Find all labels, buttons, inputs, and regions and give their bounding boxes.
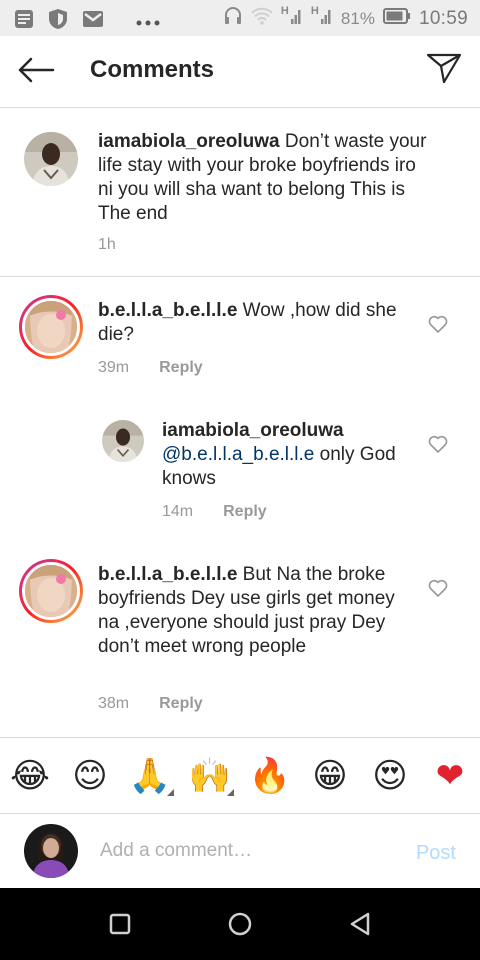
folded-hands-emoji[interactable]: 🙏 xyxy=(128,754,174,798)
raising-hands-glyph: 🙌 xyxy=(188,756,232,796)
comment-body: iamabiola_oreoluwa @b.e.l.l.a_b.e.l.l.e … xyxy=(162,419,402,491)
fire-emoji[interactable]: 🔥 xyxy=(248,754,292,798)
status-bar: H H 81% 10:59 xyxy=(0,0,480,36)
recents-square-icon[interactable] xyxy=(106,910,134,938)
reply-button[interactable]: Reply xyxy=(223,503,267,521)
mention-link[interactable]: @b.e.l.l.a_b.e.l.l.e xyxy=(162,444,314,465)
comment-meta: 39m Reply xyxy=(98,359,203,377)
more-dots-icon xyxy=(136,13,160,31)
gmail-icon xyxy=(82,10,104,33)
caption-comment: iamabiola_oreoluwa Don’t waste your life… xyxy=(0,108,480,277)
comment-username[interactable]: b.e.l.l.a_b.e.l.l.e xyxy=(98,564,237,585)
avatar xyxy=(24,824,78,878)
network-type-label-2: H xyxy=(310,5,319,17)
tears-of-joy-emoji[interactable]: 😂 xyxy=(8,754,52,798)
comment-meta: 14m Reply xyxy=(162,503,267,521)
back-button[interactable] xyxy=(16,52,56,92)
post-button[interactable]: Post xyxy=(416,842,456,865)
clock: 10:59 xyxy=(418,7,468,29)
send-paper-plane-icon xyxy=(426,52,462,89)
emoji-quick-bar: 😂 😊 🙏 🙌 🔥 😁 😍 ❤ xyxy=(0,737,480,813)
comment-time: 1h xyxy=(98,236,116,253)
reply-button[interactable]: Reply xyxy=(159,359,203,377)
avatar[interactable] xyxy=(19,559,83,623)
arrow-left-icon xyxy=(17,57,55,88)
reply-button[interactable]: Reply xyxy=(159,695,203,713)
raising-hands-emoji[interactable]: 🙌 xyxy=(188,754,234,798)
avatar[interactable] xyxy=(102,420,144,462)
comment-body: b.e.l.l.a_b.e.l.l.e Wow ,how did she die… xyxy=(98,299,398,347)
user-photo-icon xyxy=(102,420,144,462)
grinning-emoji[interactable]: 😁 xyxy=(308,754,352,798)
comment-time: 38m xyxy=(98,695,130,712)
message-icon xyxy=(14,9,34,34)
back-triangle-icon[interactable] xyxy=(346,910,374,938)
heart-eyes-emoji[interactable]: 😍 xyxy=(368,754,412,798)
system-nav-bar xyxy=(0,888,480,960)
comment-username[interactable]: iamabiola_oreoluwa xyxy=(98,131,280,152)
heart-like-icon[interactable] xyxy=(428,435,448,455)
comment-composer: Post xyxy=(0,813,480,888)
signal-h-icon-2: H xyxy=(310,5,333,30)
comment-meta: 38m Reply xyxy=(98,695,203,713)
comment-body: b.e.l.l.a_b.e.l.l.e But Na the broke boy… xyxy=(98,563,398,659)
network-type-label: H xyxy=(280,5,289,17)
comment-username[interactable]: iamabiola_oreoluwa xyxy=(162,420,344,441)
smiling-emoji[interactable]: 😊 xyxy=(68,754,112,798)
headset-icon xyxy=(223,6,243,31)
red-heart-emoji[interactable]: ❤ xyxy=(428,754,472,798)
avatar[interactable] xyxy=(24,132,78,186)
user-photo-icon xyxy=(25,565,77,617)
heart-like-icon[interactable] xyxy=(428,579,448,599)
share-button[interactable] xyxy=(424,50,464,90)
comment-time: 39m xyxy=(98,359,130,376)
folded-hands-glyph: 🙏 xyxy=(128,756,172,796)
battery-icon xyxy=(382,8,411,29)
home-circle-icon[interactable] xyxy=(226,910,254,938)
comment-username[interactable]: b.e.l.l.a_b.e.l.l.e xyxy=(98,300,237,321)
wifi-icon xyxy=(251,7,273,30)
page-title: Comments xyxy=(90,56,215,83)
user-photo-icon xyxy=(24,132,78,186)
battery-percent: 81% xyxy=(340,8,375,28)
comment-body: iamabiola_oreoluwa Don’t waste your life… xyxy=(98,130,428,226)
comment-input[interactable] xyxy=(100,834,390,868)
heart-like-icon[interactable] xyxy=(428,315,448,335)
shield-icon xyxy=(48,8,68,35)
comment-meta: 1h xyxy=(98,236,116,254)
avatar[interactable] xyxy=(19,295,83,359)
header: Comments xyxy=(0,36,480,108)
skin-tone-picker-icon xyxy=(167,789,174,796)
skin-tone-picker-icon xyxy=(227,789,234,796)
signal-h-icon: H xyxy=(280,5,303,30)
user-photo-icon xyxy=(25,301,77,353)
comment-time: 14m xyxy=(162,503,194,520)
user-photo-icon xyxy=(24,824,78,878)
